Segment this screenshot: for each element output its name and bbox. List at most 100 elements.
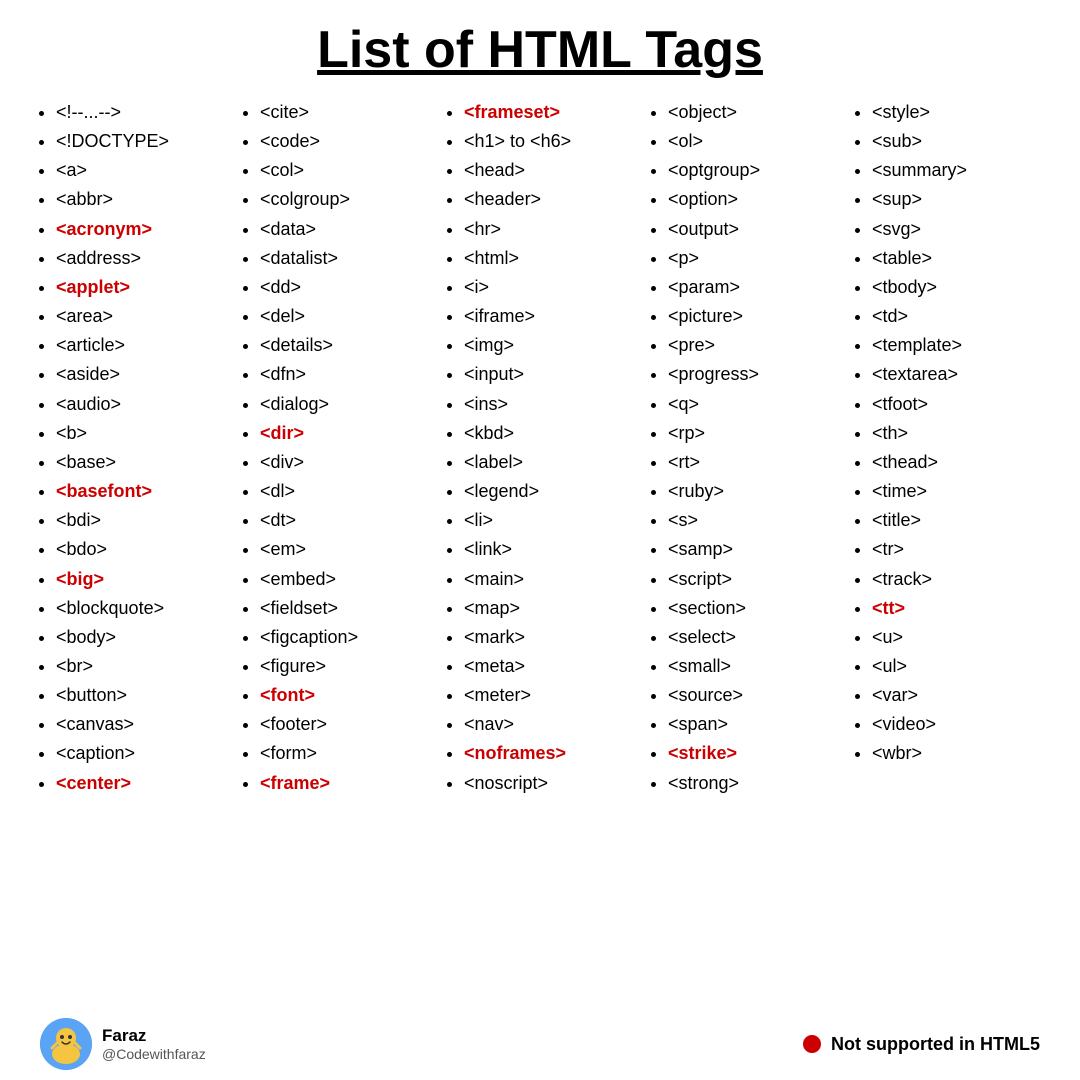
list-item: <tt> [872, 594, 1042, 623]
list-item: <img> [464, 331, 634, 360]
deprecated-tag: <frameset> [464, 102, 560, 122]
list-item: <ol> [668, 127, 838, 156]
deprecated-tag: <dir> [260, 423, 304, 443]
author-name: Faraz [102, 1026, 206, 1046]
list-item: <caption> [56, 739, 226, 768]
list-item: <small> [668, 652, 838, 681]
list-item: <dd> [260, 273, 430, 302]
list-item: <dir> [260, 419, 430, 448]
list-item: <noframes> [464, 739, 634, 768]
author-section: Faraz @Codewithfaraz [40, 1018, 206, 1070]
list-item: <th> [872, 419, 1042, 448]
list-item: <center> [56, 769, 226, 798]
list-item: <!DOCTYPE> [56, 127, 226, 156]
list-item: <nav> [464, 710, 634, 739]
list-item: <title> [872, 506, 1042, 535]
list-item: <map> [464, 594, 634, 623]
list-item: <i> [464, 273, 634, 302]
list-item: <ins> [464, 390, 634, 419]
list-item: <hr> [464, 215, 634, 244]
page-title: List of HTML Tags [30, 20, 1050, 80]
list-item: <frame> [260, 769, 430, 798]
list-item: <object> [668, 98, 838, 127]
list-item: <frameset> [464, 98, 634, 127]
deprecated-tag: <tt> [872, 598, 905, 618]
column-2: <cite><code><col><colgroup><data><datali… [234, 98, 438, 1008]
list-item: <b> [56, 419, 226, 448]
list-item: <dfn> [260, 360, 430, 389]
footer-bar: Faraz @Codewithfaraz Not supported in HT… [30, 1012, 1050, 1070]
list-item: <dl> [260, 477, 430, 506]
list-item: <picture> [668, 302, 838, 331]
list-item: <li> [464, 506, 634, 535]
column-4: <object><ol><optgroup><option><output><p… [642, 98, 846, 1008]
list-item: <figcaption> [260, 623, 430, 652]
legend: Not supported in HTML5 [803, 1034, 1040, 1055]
author-text: Faraz @Codewithfaraz [102, 1026, 206, 1062]
red-dot-icon [803, 1035, 821, 1053]
list-item: <section> [668, 594, 838, 623]
tag-columns: <!--...--><!DOCTYPE><a><abbr> <acronym> <a… [30, 98, 1050, 1008]
deprecated-tag: <big> [56, 569, 104, 589]
deprecated-tag: <strike> [668, 743, 737, 763]
list-item: <rp> [668, 419, 838, 448]
list-item: <abbr> [56, 185, 226, 214]
list-item: <datalist> [260, 244, 430, 273]
list-item: <span> [668, 710, 838, 739]
list-item: <!--...--> [56, 98, 226, 127]
list-item: <audio> [56, 390, 226, 419]
list-item: <head> [464, 156, 634, 185]
list-item: <fieldset> [260, 594, 430, 623]
list-item: <var> [872, 681, 1042, 710]
list-item: <aside> [56, 360, 226, 389]
list-item: <form> [260, 739, 430, 768]
list-item: <summary> [872, 156, 1042, 185]
deprecated-tag: <acronym> [56, 219, 152, 239]
list-item: <canvas> [56, 710, 226, 739]
list-item: <s> [668, 506, 838, 535]
list-item: <u> [872, 623, 1042, 652]
list-item: <div> [260, 448, 430, 477]
list-item: <textarea> [872, 360, 1042, 389]
list-item: <table> [872, 244, 1042, 273]
list-item: <style> [872, 98, 1042, 127]
list-item: <html> [464, 244, 634, 273]
list-item: <noscript> [464, 769, 634, 798]
avatar [40, 1018, 92, 1070]
list-item: <legend> [464, 477, 634, 506]
deprecated-tag: <noframes> [464, 743, 566, 763]
list-item: <meta> [464, 652, 634, 681]
list-item: <tr> [872, 535, 1042, 564]
list-item: <samp> [668, 535, 838, 564]
list-item: <mark> [464, 623, 634, 652]
list-item: <td> [872, 302, 1042, 331]
deprecated-tag: <frame> [260, 773, 330, 793]
list-item: <template> [872, 331, 1042, 360]
list-item: <meter> [464, 681, 634, 710]
column-1: <!--...--><!DOCTYPE><a><abbr> <acronym> <a… [30, 98, 234, 1008]
legend-text: Not supported in HTML5 [831, 1034, 1040, 1055]
list-item: <dt> [260, 506, 430, 535]
list-item: <figure> [260, 652, 430, 681]
deprecated-tag: <basefont> [56, 481, 152, 501]
list-item: <strong> [668, 769, 838, 798]
list-item: <svg> [872, 215, 1042, 244]
list-item: <embed> [260, 565, 430, 594]
list-item: <option> [668, 185, 838, 214]
list-item: <output> [668, 215, 838, 244]
list-item: <details> [260, 331, 430, 360]
list-item: <tbody> [872, 273, 1042, 302]
list-item: <track> [872, 565, 1042, 594]
list-item: <thead> [872, 448, 1042, 477]
list-item: <strike> [668, 739, 838, 768]
list-item: <progress> [668, 360, 838, 389]
list-item: <cite> [260, 98, 430, 127]
list-item: <em> [260, 535, 430, 564]
list-item: <a> [56, 156, 226, 185]
list-item: <video> [872, 710, 1042, 739]
list-item: <ruby> [668, 477, 838, 506]
list-item: <col> [260, 156, 430, 185]
deprecated-tag: <applet> [56, 277, 130, 297]
list-item: <br> [56, 652, 226, 681]
list-item: <blockquote> [56, 594, 226, 623]
